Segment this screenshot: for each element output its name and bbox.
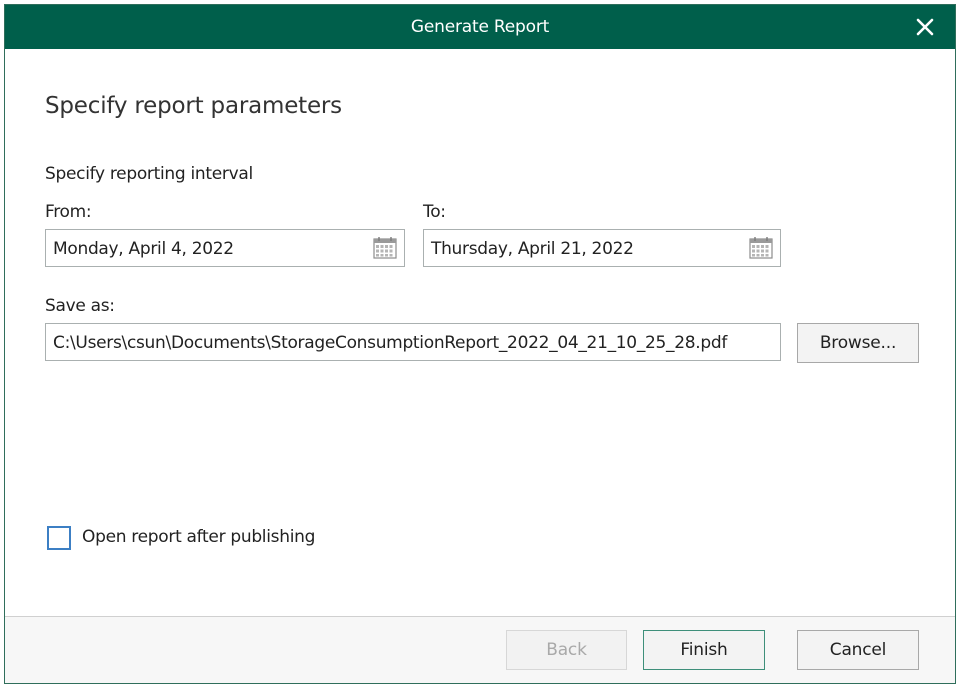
- browse-button[interactable]: Browse...: [797, 323, 919, 363]
- from-date-value: Monday, April 4, 2022: [53, 239, 234, 259]
- back-button[interactable]: Back: [506, 630, 627, 670]
- generate-report-dialog: Generate Report Specify report parameter…: [4, 4, 956, 684]
- window-title: Generate Report: [410, 17, 550, 37]
- save-path-field[interactable]: C:\Users\csun\Documents\StorageConsumpti…: [45, 323, 781, 361]
- page-heading: Specify report parameters: [45, 93, 342, 119]
- close-button[interactable]: [911, 13, 939, 41]
- open-report-label[interactable]: Open report after publishing: [82, 527, 315, 547]
- to-label: To:: [423, 202, 446, 222]
- to-date-field[interactable]: Thursday, April 21, 2022: [423, 229, 781, 267]
- open-report-checkbox[interactable]: [47, 526, 71, 550]
- calendar-icon[interactable]: [372, 236, 398, 260]
- calendar-icon[interactable]: [748, 236, 774, 260]
- finish-button[interactable]: Finish: [643, 630, 765, 670]
- close-icon: [916, 18, 934, 36]
- from-label: From:: [45, 202, 92, 222]
- cancel-button[interactable]: Cancel: [797, 630, 919, 670]
- title-bar: Generate Report: [5, 5, 955, 49]
- save-path-value: C:\Users\csun\Documents\StorageConsumpti…: [53, 333, 728, 353]
- reporting-interval-label: Specify reporting interval: [45, 164, 253, 184]
- save-as-label: Save as:: [45, 296, 115, 316]
- to-date-value: Thursday, April 21, 2022: [431, 239, 634, 259]
- from-date-field[interactable]: Monday, April 4, 2022: [45, 229, 405, 267]
